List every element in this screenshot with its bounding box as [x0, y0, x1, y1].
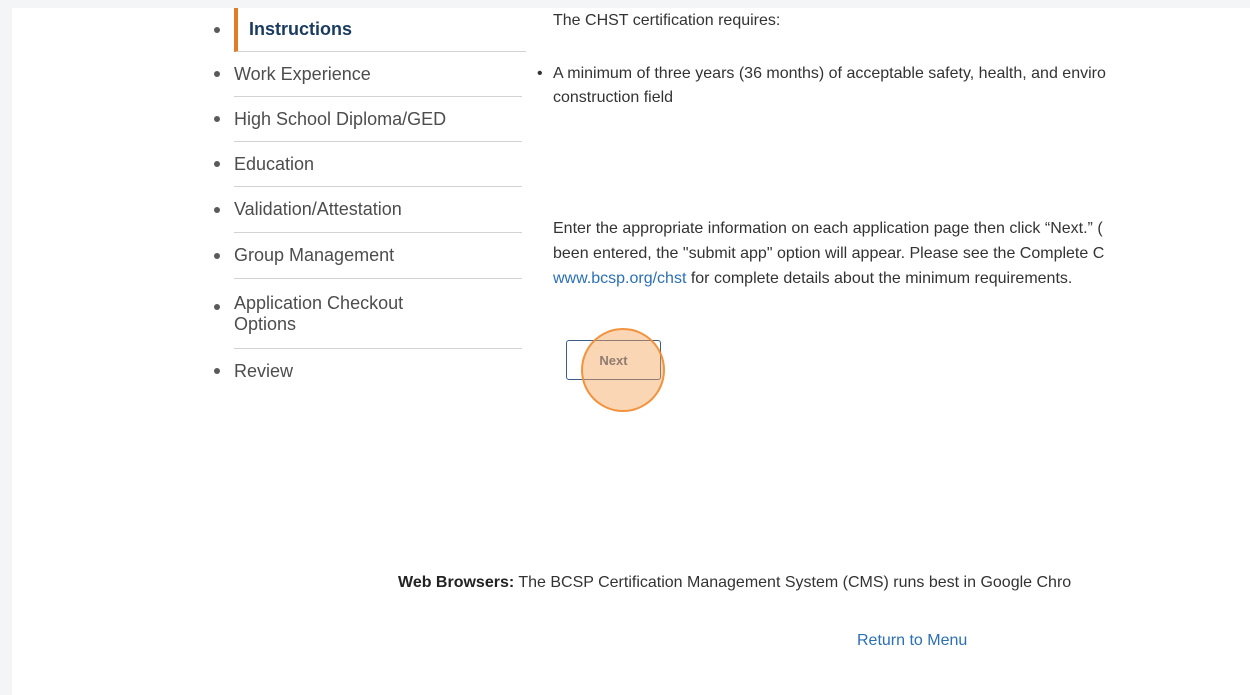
sidebar-item-label: Application Checkout Options [234, 293, 403, 335]
sidebar-item-label-line1: Application Checkout [234, 292, 404, 313]
browser-note-text: The BCSP Certification Management System… [514, 574, 1072, 591]
bullet [214, 161, 220, 167]
sidebar-item-application-checkout-options[interactable]: Application Checkout Options [214, 279, 522, 349]
sidebar-item-label: Instructions [249, 19, 353, 39]
page: Instructions Work Experience High School… [12, 8, 1250, 695]
bullet [214, 304, 220, 310]
info-text-rest: for complete details about the minimum r… [686, 270, 1073, 287]
browser-note-label: Web Browsers: [398, 574, 515, 591]
bullet [214, 116, 220, 122]
bullet [214, 71, 220, 77]
sidebar-item-label: Validation/Attestation [234, 199, 402, 219]
bullet [214, 368, 220, 374]
intro-text: The CHST certification requires: [553, 12, 781, 29]
bullet [214, 252, 220, 259]
sidebar-item-review[interactable]: Review [214, 349, 522, 393]
bullet [214, 206, 220, 213]
sidebar-item-label: Education [234, 153, 315, 174]
sidebar-item-education[interactable]: Education [214, 142, 522, 187]
next-button[interactable]: Next [566, 340, 661, 380]
requirement-bullet: • [537, 65, 543, 82]
browser-note: Web Browsers: The BCSP Certification Man… [398, 574, 1071, 592]
return-to-menu-link[interactable]: Return to Menu [857, 632, 967, 650]
requirement-text-line1: A minimum of three years (36 months) of … [553, 65, 1106, 82]
sidebar-item-instructions[interactable]: Instructions [214, 8, 526, 52]
bullet [214, 26, 220, 33]
info-text-line3: www.bcsp.org/chst for complete details a… [553, 269, 1072, 289]
sidebar-item-label: Group Management [234, 245, 395, 265]
sidebar-item-label: High School Diploma/GED [234, 108, 447, 129]
info-text-line1: Enter the appropriate information on eac… [553, 220, 1103, 237]
requirement-text-line2: construction field [553, 89, 674, 106]
sidebar-item-validation-attestation[interactable]: Validation/Attestation [214, 187, 522, 233]
sidebar-item-label-line2: Options [234, 313, 297, 334]
sidebar-item-work-experience[interactable]: Work Experience [214, 52, 522, 97]
sidebar-item-high-school-diploma[interactable]: High School Diploma/GED [214, 97, 522, 142]
info-text-line2: been entered, the "submit app" option wi… [553, 245, 1105, 262]
sidebar-item-label: Work Experience [234, 63, 371, 84]
sidebar-item-group-management[interactable]: Group Management [214, 233, 522, 279]
chst-link[interactable]: www.bcsp.org/chst [553, 270, 686, 287]
sidebar-item-label: Review [234, 360, 294, 381]
